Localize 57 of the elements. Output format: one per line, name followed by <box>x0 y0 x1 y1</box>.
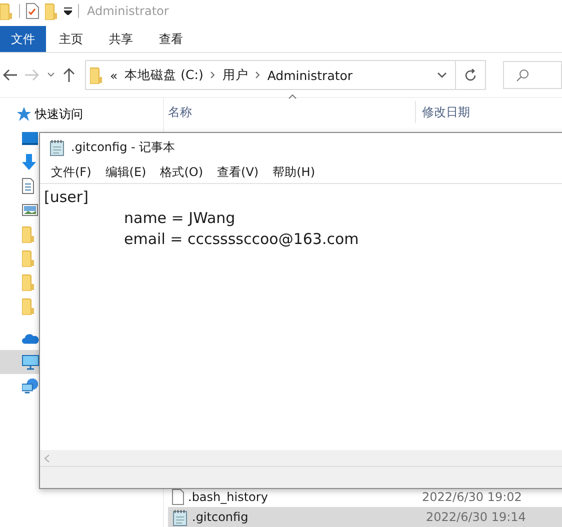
cloud-icon <box>22 332 39 344</box>
search-icon <box>516 68 529 82</box>
desktop-icon <box>22 132 38 144</box>
dropdown-icon[interactable] <box>436 72 447 78</box>
column-header[interactable]: 名称 <box>168 104 415 120</box>
dropdown-icon[interactable] <box>64 7 72 15</box>
up-button[interactable] <box>63 68 75 82</box>
file-date: 2022/6/30 19:02 <box>422 490 522 504</box>
checklist-icon[interactable] <box>26 3 39 19</box>
sidebar-row[interactable] <box>0 350 39 374</box>
network-icon <box>22 378 39 394</box>
menu-item[interactable]: 帮助(H) <box>266 164 322 180</box>
text-line: [user] <box>44 187 90 208</box>
notepad-file-icon <box>172 508 188 526</box>
folder-icon <box>22 250 35 266</box>
refresh-icon[interactable] <box>464 68 477 82</box>
file-row[interactable]: .gitconfig 2022/6/30 19:14 <box>168 507 562 527</box>
breadcrumb[interactable]: Administrator <box>267 68 353 82</box>
back-button[interactable] <box>3 69 17 81</box>
star-icon <box>17 107 31 121</box>
address-bar[interactable]: « 本地磁盘 (C:) 用户 Administrator <box>85 60 486 90</box>
text-line: email = cccssssccoo@163.com <box>123 229 360 250</box>
search-field[interactable] <box>502 61 562 89</box>
ribbon-tab[interactable]: 主页 <box>46 26 96 52</box>
down-arrow-icon <box>22 154 36 170</box>
ribbon-tab[interactable]: 文件 <box>0 26 46 52</box>
ribbon-tab[interactable]: 查看 <box>146 26 196 52</box>
folder-icon <box>22 226 35 242</box>
notepad-icon <box>49 138 65 156</box>
sidebar-item[interactable]: 快速访问 <box>0 102 163 126</box>
recent-dropdown[interactable] <box>47 72 55 78</box>
file-name: .bash_history <box>188 490 269 504</box>
chevron-icon <box>210 71 216 79</box>
monitor-icon <box>22 354 39 370</box>
menu-item[interactable]: 文件(F) <box>44 164 98 180</box>
document-icon <box>22 178 34 194</box>
folder-icon <box>22 298 35 314</box>
menu-item[interactable]: 查看(V) <box>210 164 266 180</box>
column-header[interactable]: 修改日期 <box>415 101 470 123</box>
folder-icon <box>45 2 58 20</box>
horizontal-scrollbar[interactable] <box>40 450 562 467</box>
breadcrumb[interactable]: 本地磁盘 (C:) <box>124 66 204 84</box>
folder-icon <box>22 274 35 290</box>
breadcrumb[interactable]: 用户 <box>222 66 248 84</box>
ribbon-tab[interactable]: 共享 <box>96 26 146 52</box>
menu-item[interactable]: 格式(O) <box>153 164 210 180</box>
file-date: 2022/6/30 19:14 <box>426 510 526 524</box>
file-row[interactable]: .bash_history 2022/6/30 19:02 <box>168 487 562 507</box>
folder-icon <box>0 2 13 20</box>
window-title: .gitconfig - 记事本 <box>71 138 176 156</box>
text-line: name = JWang <box>123 208 236 229</box>
chevron-icon <box>255 71 260 79</box>
overflow-chevrons[interactable]: « <box>110 68 118 82</box>
window-title: Administrator <box>87 4 169 18</box>
menu-item[interactable]: 编辑(E) <box>98 164 154 180</box>
folder-icon <box>90 66 103 84</box>
file-name: .gitconfig <box>192 510 250 524</box>
